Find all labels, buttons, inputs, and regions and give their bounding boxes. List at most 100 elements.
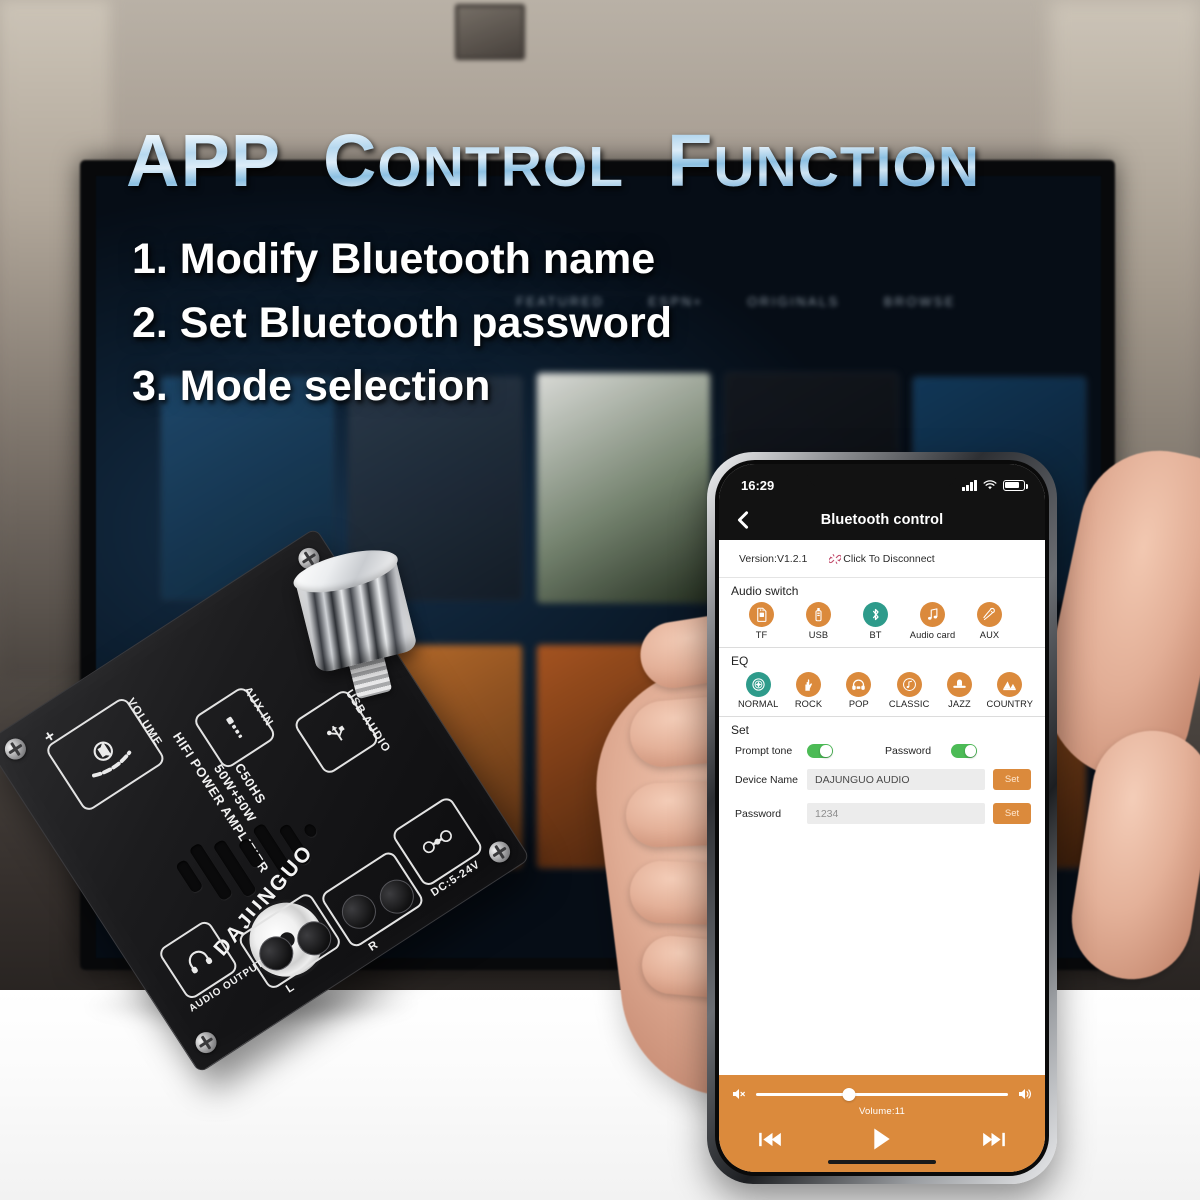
eq-section: EQ NORMAL ROCK POP CLASSIC JAZZ COUNTRY — [719, 648, 1045, 717]
audio-source-tf[interactable]: TF — [733, 602, 790, 640]
audio-source-label: TF — [755, 629, 768, 640]
eq-icon-row: NORMAL ROCK POP CLASSIC JAZZ COUNTRY — [719, 671, 1045, 709]
home-indicator — [731, 1160, 1033, 1172]
volume-silkscreen — [43, 695, 167, 814]
amplifier-board-photo: VOLUME + AUX IN USB AUDIO C50HS 50W+50W … — [0, 527, 610, 1195]
battery-icon — [1003, 479, 1028, 491]
app-navbar: Bluetooth control — [719, 500, 1045, 540]
phone-screen: 16:29 Bluetooth control Version:V1.2.1 C… — [719, 464, 1045, 1172]
amplifier-board: VOLUME + AUX IN USB AUDIO C50HS 50W+50W … — [0, 527, 531, 1074]
previous-track-icon[interactable] — [759, 1132, 781, 1147]
device-name-row: Device Name Set — [735, 769, 1031, 790]
prompt-tone-toggle[interactable] — [807, 744, 833, 758]
rock-hand-icon — [795, 671, 821, 697]
version-row: Version:V1.2.1 Click To Disconnect — [719, 540, 1045, 578]
broken-link-icon — [829, 553, 842, 564]
headline-app: APP — [126, 119, 280, 202]
eq-mode-label: JAZZ — [948, 699, 971, 709]
device-name-set-button[interactable]: Set — [993, 769, 1031, 790]
volume-mute-icon[interactable] — [731, 1086, 747, 1102]
audio-switch-icon-row: TF USB BT Audio card AUX — [719, 601, 1045, 640]
version-text: Version:V1.2.1 — [739, 552, 808, 565]
signal-bars-icon — [962, 479, 977, 491]
eq-mode-label: POP — [848, 699, 869, 709]
promo-bullet-list: 1. Modify Bluetooth name 2. Set Bluetoot… — [132, 228, 672, 419]
eq-mode-label: COUNTRY — [986, 699, 1034, 709]
screw — [191, 1028, 221, 1058]
audio-source-label: USB — [808, 629, 829, 640]
eq-mode-label: ROCK — [794, 699, 823, 709]
slider-track — [756, 1093, 1008, 1096]
promo-headline: APP CONTROL FUNCTION — [126, 124, 980, 198]
screw — [485, 837, 515, 867]
transport-controls — [731, 1117, 1033, 1160]
volume-value-text: Volume:11 — [859, 1106, 905, 1117]
back-button[interactable] — [732, 509, 754, 531]
audio-source-label: AUX — [979, 629, 1000, 640]
sd-card-icon — [749, 602, 774, 627]
headline-c: C — [322, 119, 378, 202]
headline-ontrol: ONTROL — [377, 135, 625, 199]
device-name-input[interactable] — [807, 769, 985, 790]
volume-slider[interactable] — [756, 1087, 1008, 1101]
status-time: 16:29 — [741, 477, 775, 493]
audio-switch-title: Audio switch — [731, 584, 799, 598]
ceiling-speaker-box — [455, 4, 525, 60]
eq-mode-rock[interactable]: ROCK — [783, 671, 833, 709]
usb-drive-icon — [806, 602, 831, 627]
eq-mode-classic[interactable]: CLASSIC — [884, 671, 934, 709]
audio-source-bt[interactable]: BT — [847, 602, 904, 640]
audio-source-label: BT — [869, 629, 882, 640]
volume-row — [731, 1086, 1033, 1102]
headline-f: F — [667, 119, 714, 202]
set-section: Set Prompt tone Password Device Name DAJ… — [719, 717, 1045, 824]
password-set-button[interactable]: Set — [993, 803, 1031, 824]
headline-unction: UNCTION — [713, 135, 981, 199]
right-channel-label: R — [366, 938, 381, 954]
eq-title: EQ — [731, 653, 749, 668]
eq-mode-pop[interactable]: POP — [834, 671, 884, 709]
next-track-icon[interactable] — [983, 1132, 1005, 1147]
set-form: Prompt tone Password Device Name Set — [719, 740, 1045, 824]
aux-cable-icon — [977, 602, 1002, 627]
vinyl-note-icon — [896, 671, 922, 697]
promo-bullet: 3. Mode selection — [132, 362, 491, 411]
phone-frame: 16:29 Bluetooth control Version:V1.2.1 C… — [707, 452, 1057, 1184]
target-icon — [745, 671, 771, 697]
device-name-label: Device Name — [735, 773, 799, 786]
audio-source-usb[interactable]: USB — [790, 602, 847, 640]
status-icons — [962, 479, 1028, 491]
password-input[interactable] — [807, 803, 985, 824]
audio-source-label: Audio card — [909, 629, 956, 640]
password-row: Password Set — [735, 803, 1031, 824]
eq-mode-country[interactable]: COUNTRY — [985, 671, 1035, 709]
phone-notch — [807, 464, 957, 488]
volume-up-icon[interactable] — [1017, 1086, 1033, 1102]
hat-icon — [946, 671, 972, 697]
audio-source-aux[interactable]: AUX — [961, 602, 1018, 640]
promo-bullet: 2. Set Bluetooth password — [132, 298, 672, 347]
player-bar: Volume:11 — [719, 1075, 1045, 1172]
set-title: Set — [731, 723, 750, 737]
eq-mode-normal[interactable]: NORMAL — [733, 671, 783, 709]
eq-mode-label: CLASSIC — [888, 699, 930, 709]
chevron-left-icon — [737, 511, 749, 529]
phone-bezel: 16:29 Bluetooth control Version:V1.2.1 C… — [715, 460, 1049, 1176]
eq-mode-jazz[interactable]: JAZZ — [934, 671, 984, 709]
audio-switch-section: Audio switch TF USB BT Audio card AUX — [719, 578, 1045, 648]
left-channel-label: L — [283, 981, 298, 996]
smartphone: 16:29 Bluetooth control Version:V1.2.1 C… — [707, 452, 1057, 1184]
music-note-icon — [920, 602, 945, 627]
disconnect-button[interactable]: Click To Disconnect — [829, 552, 935, 565]
wifi-icon — [983, 479, 997, 489]
disconnect-label: Click To Disconnect — [843, 552, 935, 565]
audio-source-audio-card[interactable]: Audio card — [904, 602, 961, 640]
slider-thumb[interactable] — [842, 1088, 856, 1101]
password-toggle[interactable] — [951, 744, 978, 758]
bluetooth-icon — [863, 602, 888, 627]
play-icon[interactable] — [873, 1128, 891, 1150]
password-toggle-label: Password — [885, 745, 932, 757]
mountain-icon — [997, 671, 1023, 697]
eq-mode-label: NORMAL — [737, 699, 779, 709]
screw — [0, 734, 30, 764]
